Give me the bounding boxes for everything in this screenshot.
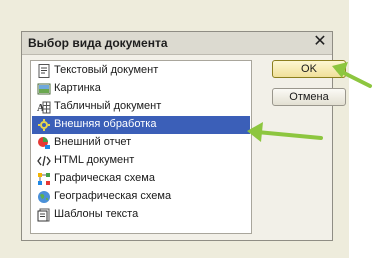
text-document-icon: [38, 64, 50, 78]
arrow-pointing-ok-icon: [332, 62, 372, 88]
list-item-picture[interactable]: Картинка: [32, 80, 250, 98]
dialog-title: Выбор вида документа: [28, 36, 168, 50]
list-item-external-report[interactable]: Внешний отчет: [32, 134, 250, 152]
spreadsheet-icon: A: [37, 101, 51, 114]
picture-icon: [37, 83, 51, 95]
external-report-icon: [38, 137, 50, 149]
list-item-graphic-schema[interactable]: Графическая схема: [32, 170, 250, 188]
list-item-label: Картинка: [54, 82, 101, 94]
list-item-label: Географическая схема: [54, 190, 172, 202]
list-item-label: Табличный документ: [54, 100, 162, 112]
text-templates-icon: [37, 208, 50, 222]
geographic-schema-icon: [38, 191, 50, 203]
list-item-text-templates[interactable]: Шаблоны текста: [32, 206, 250, 224]
list-item-external-processing[interactable]: Внешняя обработка: [32, 116, 250, 134]
list-item-label: Шаблоны текста: [54, 208, 139, 220]
list-item-label: Внешний отчет: [54, 136, 132, 148]
external-processing-icon: [38, 119, 50, 131]
graphic-schema-icon: [38, 173, 50, 185]
close-icon[interactable]: ✕: [312, 33, 328, 51]
arrow-pointing-selection-icon: [247, 122, 323, 142]
list-item-html-document[interactable]: HTML документ: [32, 152, 250, 170]
list-item-label: Внешняя обработка: [54, 118, 157, 130]
list-item-text-document[interactable]: Текстовый документ: [32, 62, 250, 80]
list-item-label: Графическая схема: [54, 172, 155, 184]
list-item-spreadsheet[interactable]: A Табличный документ: [32, 98, 250, 116]
html-document-icon: [37, 155, 51, 167]
list-item-geographic-schema[interactable]: Географическая схема: [32, 188, 250, 206]
list-item-label: Текстовый документ: [54, 64, 159, 76]
list-item-label: HTML документ: [54, 154, 135, 166]
dialog-titlebar: Выбор вида документа ✕: [22, 32, 332, 55]
document-type-list[interactable]: Текстовый документ Картинка A Табличный …: [30, 60, 252, 234]
